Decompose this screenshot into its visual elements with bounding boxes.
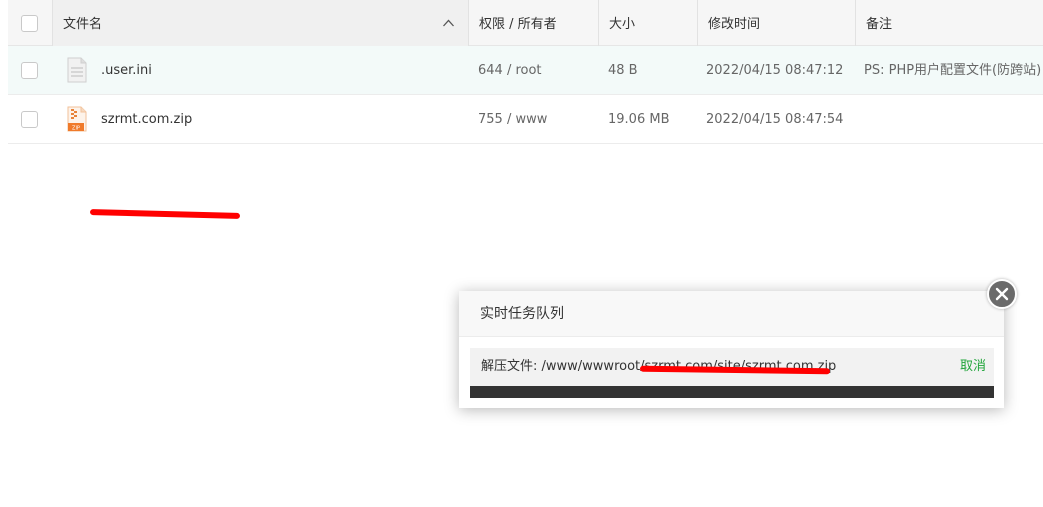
- row-checkbox[interactable]: [21, 111, 38, 128]
- header-note: 备注: [855, 0, 1043, 46]
- header-checkbox-cell: [8, 0, 52, 46]
- file-name[interactable]: .user.ini: [101, 46, 152, 95]
- task-queue-dialog: 实时任务队列 解压文件: /www/wwwroot/szrmt.com/site…: [459, 291, 1004, 408]
- table-row[interactable]: ZIP szrmt.com.zip 755 / www 19.06 MB 202…: [8, 95, 1043, 219]
- select-all-checkbox[interactable]: [21, 15, 38, 32]
- file-table: 文件名 权限 / 所有者 大小 修改时间 备注 .user.ini 644 / …: [8, 0, 1043, 219]
- header-permission[interactable]: 权限 / 所有者: [468, 0, 598, 46]
- file-permission[interactable]: 755 / www: [478, 95, 547, 144]
- table-header: 文件名 权限 / 所有者 大小 修改时间 备注: [8, 0, 1043, 46]
- task-item: 解压文件: /www/wwwroot/szrmt.com/site/szrmt.…: [470, 348, 994, 386]
- row-checkbox[interactable]: [21, 62, 38, 79]
- header-name-label: 文件名: [63, 17, 103, 32]
- file-note: PS: PHP用户配置文件(防跨站)!: [864, 63, 1043, 78]
- header-size-label: 大小: [609, 17, 636, 32]
- file-size: 19.06 MB: [608, 112, 670, 127]
- dialog-title: 实时任务队列: [459, 291, 1004, 337]
- table-row[interactable]: .user.ini 644 / root 48 B 2022/04/15 08:…: [8, 46, 1043, 95]
- sort-ascending-icon[interactable]: [443, 18, 454, 29]
- file-note: [864, 95, 1043, 144]
- file-permission[interactable]: 644 / root: [478, 46, 542, 95]
- file-modified: 2022/04/15 08:47:12: [706, 63, 844, 78]
- file-modified: 2022/04/15 08:47:54: [706, 112, 844, 127]
- task-progress-bar: [470, 386, 994, 398]
- header-size[interactable]: 大小: [598, 0, 697, 46]
- header-permission-label: 权限 / 所有者: [479, 17, 557, 32]
- document-icon: [67, 57, 87, 83]
- zip-file-icon: ZIP: [67, 106, 87, 132]
- cancel-task-button[interactable]: 取消: [960, 348, 986, 386]
- header-modified-label: 修改时间: [708, 17, 761, 32]
- header-modified[interactable]: 修改时间: [697, 0, 855, 46]
- close-icon: [995, 287, 1009, 301]
- svg-text:ZIP: ZIP: [72, 126, 80, 132]
- close-dialog-button[interactable]: [987, 279, 1017, 309]
- header-note-label: 备注: [866, 17, 893, 32]
- file-name[interactable]: szrmt.com.zip: [101, 95, 192, 144]
- redaction-mark: [89, 209, 241, 219]
- header-name[interactable]: 文件名: [52, 0, 468, 46]
- file-size: 48 B: [608, 63, 638, 78]
